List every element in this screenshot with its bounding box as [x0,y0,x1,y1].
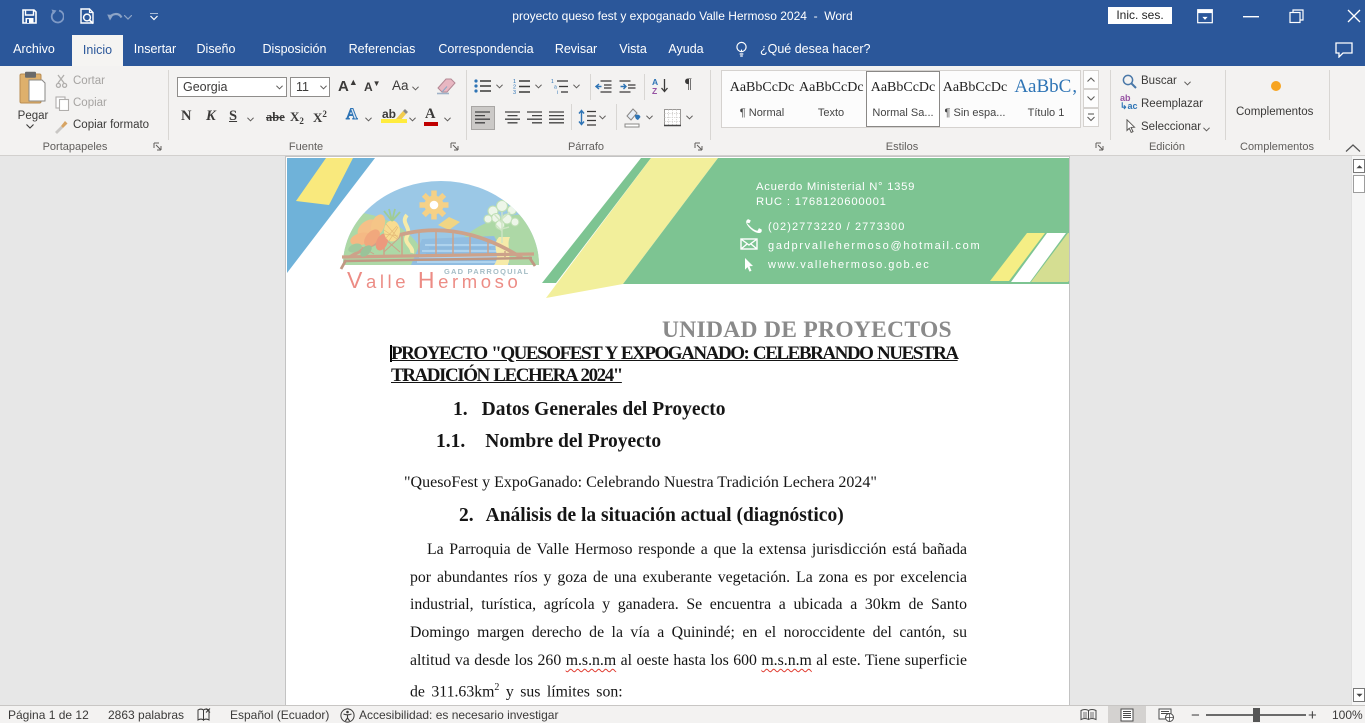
svg-text:3: 3 [513,90,516,94]
svg-text:GAD PARROQUIAL: GAD PARROQUIAL [444,267,529,276]
svg-text:RUC : 1768120600001: RUC : 1768120600001 [756,196,887,208]
svg-text:gadprvallehermoso@hotmail.com: gadprvallehermoso@hotmail.com [768,240,981,252]
svg-text:Acuerdo Ministerial N° 1359: Acuerdo Ministerial N° 1359 [756,181,915,193]
svg-text:Z: Z [652,86,657,95]
svg-text:(02)2773220 / 2773300: (02)2773220 / 2773300 [768,221,905,233]
svg-text:www.vallehermoso.gob.ec: www.vallehermoso.gob.ec [767,259,930,271]
svg-text:i: i [557,90,558,94]
